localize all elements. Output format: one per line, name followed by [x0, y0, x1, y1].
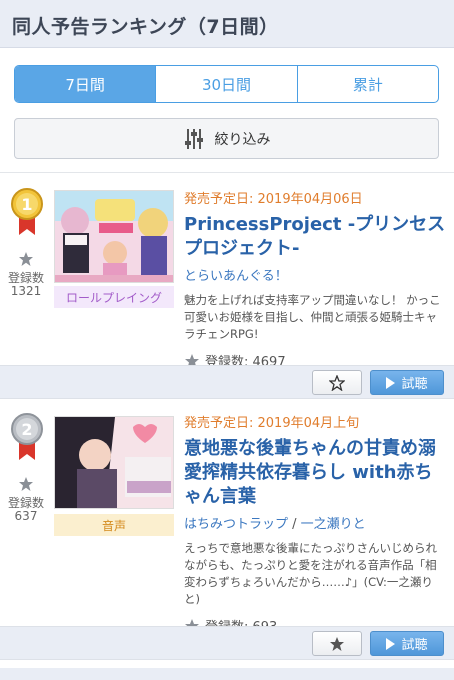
- circle-name: はちみつトラップ / 一之瀬りと: [184, 513, 446, 532]
- item-info: 発売予定日: 2019年04月06日 PrincessProject -プリンセ…: [184, 188, 446, 370]
- silver-medal-icon: 2: [11, 413, 43, 460]
- play-icon: [386, 637, 396, 650]
- medal-rank-number: 2: [21, 420, 32, 439]
- product-thumbnail[interactable]: [54, 416, 174, 509]
- favorite-button[interactable]: [312, 631, 362, 656]
- item-action-bar: 試聴: [0, 626, 454, 660]
- star-icon: [19, 477, 33, 491]
- filter-button[interactable]: 絞り込み: [14, 118, 439, 159]
- item-action-bar: 試聴: [0, 365, 454, 399]
- bottom-strip: [0, 668, 454, 680]
- gold-medal-icon: 1: [11, 188, 43, 235]
- star-icon: [19, 252, 33, 266]
- period-tabs: 7日間 30日間 累計: [14, 65, 439, 103]
- tab-total[interactable]: 累計: [296, 66, 438, 102]
- product-title[interactable]: PrincessProject -プリンセスプロジェクト-: [184, 213, 446, 261]
- filter-label: 絞り込み: [214, 131, 271, 148]
- tab-7days[interactable]: 7日間: [15, 66, 156, 102]
- product-description: えっちで意地悪な後輩にたっぷりさんいじめられながらも、たっぷりと愛を注がれる音声…: [184, 541, 437, 606]
- genre-badge[interactable]: 音声: [54, 514, 174, 536]
- sliders-icon: [184, 128, 203, 149]
- count-value: 637: [14, 509, 38, 523]
- rank-column: 2 登録数 637: [0, 398, 52, 626]
- count-value: 1321: [10, 284, 42, 298]
- favorite-button[interactable]: [312, 370, 362, 395]
- page-header: 同人予告ランキング（7日間）: [0, 0, 454, 48]
- star-icon: [330, 636, 344, 651]
- product-thumbnail[interactable]: [54, 190, 174, 283]
- listen-label: 試聴: [401, 377, 428, 392]
- circle-link[interactable]: はちみつトラップ: [184, 517, 288, 532]
- product-title[interactable]: 意地悪な後輩ちゃんの甘責め溺愛搾精共依存暮らし with赤ちゃん言葉: [184, 437, 446, 509]
- star-outline-icon: [329, 374, 345, 391]
- release-date: 発売予定日: 2019年04月上旬: [184, 416, 360, 431]
- item-info: 発売予定日: 2019年04月上旬 意地悪な後輩ちゃんの甘責め溺愛搾精共依存暮ら…: [184, 412, 446, 635]
- circle-separator: /: [288, 517, 301, 532]
- rank-column: 1 登録数 1321: [0, 173, 52, 365]
- listen-button[interactable]: 試聴: [370, 370, 444, 395]
- listen-button[interactable]: 試聴: [370, 631, 444, 656]
- product-description: 魅力を上げれば支持率アップ間違いなし！ かっこ可愛いお姫様を目指し、仲間と頑張る…: [184, 293, 441, 341]
- release-date: 発売予定日: 2019年04月06日: [184, 192, 363, 207]
- medal-rank-number: 1: [21, 195, 32, 214]
- tab-30days[interactable]: 30日間: [155, 66, 296, 102]
- circle-name[interactable]: とらいあんぐる！: [184, 265, 446, 284]
- play-icon: [386, 376, 396, 389]
- ranking-item: 1 登録数 1321 ロールプレイング 発売予定日: 2019年04月06日 P…: [0, 173, 454, 370]
- voice-actor-link[interactable]: 一之瀬りと: [301, 517, 366, 532]
- listen-label: 試聴: [401, 638, 428, 653]
- page-title: 同人予告ランキング（7日間）: [12, 16, 279, 38]
- genre-badge[interactable]: ロールプレイング: [54, 286, 174, 308]
- ranking-item: 2 登録数 637 音声 発売予定日: 2019年04月上旬 意地悪な後輩ちゃん…: [0, 398, 454, 635]
